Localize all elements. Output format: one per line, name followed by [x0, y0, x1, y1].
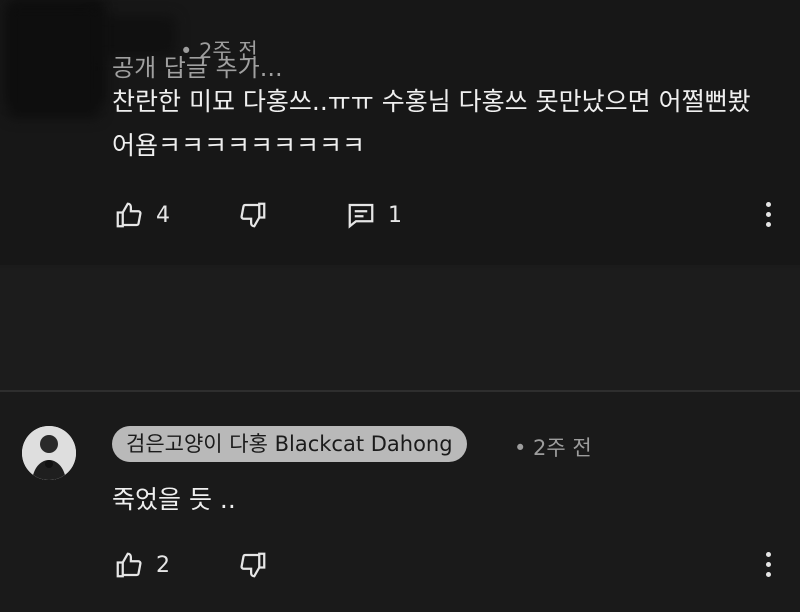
reply-input-placeholder[interactable]: 공개 답글 추가...: [112, 48, 283, 83]
comment-timestamp: • 2주 전: [514, 436, 592, 460]
comment-text: 죽었을 듯 ..: [112, 485, 236, 514]
reply-count: 1: [388, 202, 402, 228]
like-button[interactable]: 2: [114, 550, 170, 580]
like-count: 2: [156, 552, 170, 578]
dislike-button[interactable]: [238, 200, 268, 230]
like-count: 4: [156, 202, 170, 228]
dislike-button[interactable]: [238, 550, 268, 580]
more-options-button[interactable]: [766, 552, 772, 578]
author-badge[interactable]: 검은고양이 다홍 Blackcat Dahong: [112, 426, 467, 462]
thumbs-down-icon: [240, 552, 266, 578]
like-button[interactable]: 4: [114, 200, 170, 230]
current-user-avatar-blurred: [8, 6, 100, 118]
comment-text: 찬란한 미묘 다홍쓰..ㅠㅠ 수홍님 다홍쓰 못만났으면 어쩔뻔봤어욤ㅋㅋㅋㅋㅋ…: [112, 87, 751, 160]
comment-icon: [348, 203, 374, 229]
reply-input-area: [0, 268, 800, 390]
avatar-image: [22, 426, 76, 480]
more-options-button[interactable]: [766, 202, 772, 228]
thumbs-up-icon: [116, 202, 142, 228]
more-vertical-icon: [766, 202, 771, 207]
more-vertical-icon: [766, 552, 771, 557]
reply-button[interactable]: 1: [346, 200, 402, 230]
channel-avatar[interactable]: [22, 426, 76, 480]
thumbs-down-icon: [240, 202, 266, 228]
thumbs-up-icon: [116, 552, 142, 578]
